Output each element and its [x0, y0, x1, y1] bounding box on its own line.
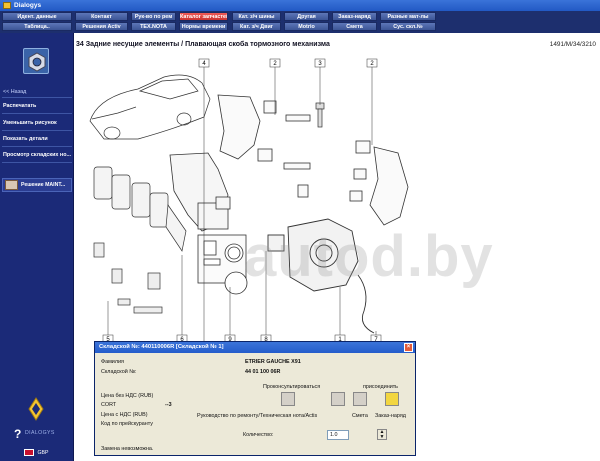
attach-estimate-icon[interactable] [353, 392, 367, 406]
solution-icon [5, 180, 18, 190]
nav-parts-catalog[interactable]: Каталог запчастей [179, 12, 228, 21]
nav-tex-nota[interactable]: TEX.NOTA [131, 22, 176, 31]
nav-contact[interactable]: Контакт [75, 12, 128, 21]
nav-misc-materials[interactable]: Разные мат-лы [380, 12, 436, 21]
nav-stock-number[interactable]: Сус. скл.№ [380, 22, 436, 31]
page-title: 34 Задние несущие элементы / Плавающая с… [76, 41, 330, 48]
price-incl-vat-label: Цена с НДС (RUB) [101, 412, 148, 418]
divider [2, 146, 72, 147]
divider [2, 130, 72, 131]
window-title: Dialogys [14, 2, 42, 9]
family-value: ETRIER GAUCHE X91 [245, 359, 301, 365]
price-list-code-label: Код по прейскуранту [101, 421, 153, 427]
car-illustration [89, 74, 211, 140]
divider [2, 162, 72, 163]
part-info-dialog: Складской №: 440110006R [Складской № 1] … [94, 341, 416, 456]
stock-number-value: 44 01 100 06R [245, 369, 281, 375]
show-parts-button[interactable]: Показать детали [3, 135, 72, 144]
nav-activ-solutions[interactable]: Решения Activ [75, 22, 128, 31]
nav-work-order[interactable]: Заказ-наряд [332, 12, 377, 21]
renault-logo [28, 397, 44, 421]
title-bar: Dialogys [0, 0, 600, 11]
caliper-carrier [169, 152, 231, 232]
upper-bracket [217, 94, 311, 198]
consult-estimate-icon[interactable] [331, 392, 345, 406]
app-icon [3, 2, 11, 9]
nav-time-norms[interactable]: Нормы времени [179, 22, 228, 31]
cort-label: CORT [101, 402, 117, 408]
quantity-stepper[interactable]: ▲ ▼ [377, 429, 387, 440]
watermark: autod.by [244, 224, 494, 289]
consult-manual-icon[interactable] [281, 392, 295, 406]
solution-label: Решение MAINT... [21, 182, 66, 188]
exploded-parts-diagram[interactable]: 4 2 3 2 5 6 9 8 1 7 [78, 55, 598, 345]
language-selector[interactable]: GBP [24, 449, 54, 458]
dialogys-brand: ? DIALOGYS [14, 428, 68, 442]
page-reference: 1491/M/34/3210 [549, 41, 596, 48]
nav-motrio[interactable]: Motrio [284, 22, 329, 31]
application-window: Dialogys Идент. данные Контакт Рук-во по… [0, 0, 600, 461]
bolt [315, 102, 325, 128]
dialog-title: Складской №: 440110006R [Складской № 1] [95, 342, 415, 353]
nav-ident-data[interactable]: Идент. данные [2, 12, 72, 21]
family-label: Фамилия [101, 359, 124, 365]
manual-label: Руководство по ремонту/Техническая нота/… [197, 413, 318, 419]
quantity-label: Количество: [243, 432, 274, 438]
shrink-image-button[interactable]: Уменьшить рисунок [3, 119, 72, 128]
nav-table[interactable]: Таблица.. [2, 22, 72, 31]
quantity-field[interactable]: 1.0 [327, 430, 349, 440]
work-order-label: Заказ-наряд [375, 413, 406, 419]
divider [2, 113, 72, 114]
back-link[interactable]: << Назад [3, 89, 26, 95]
maintenance-solution-button[interactable]: Решение MAINT... [2, 178, 72, 192]
left-sidebar: << Назад Распечатать Уменьшить рисунок П… [0, 33, 74, 461]
view-stock-numbers-button[interactable]: Просмотр складских но... [3, 151, 72, 160]
right-bracket [349, 140, 409, 226]
nav-repair-manual[interactable]: Рук-во по рем [131, 12, 176, 21]
attach-label: присоединить [363, 384, 398, 390]
no-replacement-note: Замена невозможна. [101, 446, 154, 452]
divider [2, 97, 72, 98]
print-button[interactable]: Распечатать [3, 102, 72, 111]
nav-engine-catalog[interactable]: Кат. з/ч Двиг [232, 22, 281, 31]
nav-estimate[interactable]: Смета [332, 22, 377, 31]
nav-tyre-catalog[interactable]: Кат. з/ч шины [232, 12, 281, 21]
close-icon[interactable]: × [404, 343, 413, 352]
main-navigation: Идент. данные Контакт Рук-во по рем Ката… [0, 11, 600, 33]
brand-text: DIALOGYS [25, 430, 55, 436]
guide-pins [93, 242, 163, 314]
stock-number-label: Складской №: [101, 369, 137, 375]
seal-kit [197, 234, 248, 295]
estimate-label: Смета [352, 413, 368, 419]
hex-nut-icon [23, 48, 49, 74]
brake-pads [93, 166, 187, 252]
consult-label: Проконсультироваться [263, 384, 321, 390]
uk-flag-icon [24, 449, 34, 457]
language-label: GBP [37, 450, 49, 456]
dialogys-logo-icon: ? [14, 427, 22, 441]
attach-work-order-icon[interactable] [385, 392, 399, 406]
cort-value: --3 [165, 402, 172, 408]
nav-other[interactable]: Другая [284, 12, 329, 21]
price-excl-vat-label: Цена без НДС (RUB) [101, 393, 154, 399]
